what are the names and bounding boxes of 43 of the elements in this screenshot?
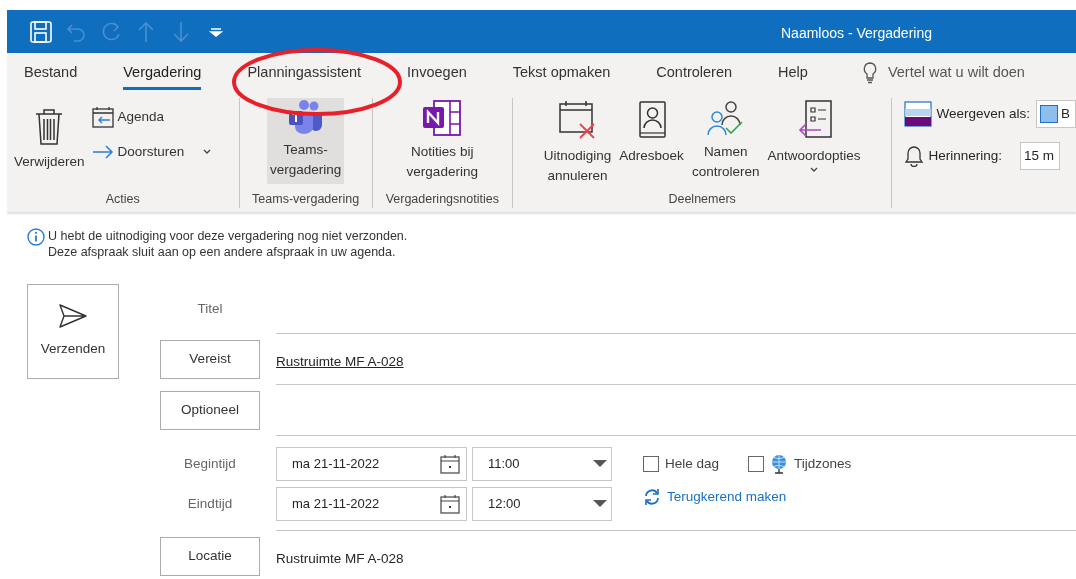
- recurrence-link[interactable]: Terugkerend maken: [643, 487, 787, 508]
- ribbon-button[interactable]: Antwoordopties: [764, 98, 864, 184]
- group-label: Acties: [104, 191, 141, 208]
- ribbon-button[interactable]: Notities bij vergadering: [403, 98, 481, 184]
- tell-me-field[interactable]: Vertel wat u wilt doen: [887, 61, 1025, 84]
- group-label: Deelnemers: [667, 191, 737, 208]
- ribbon-button[interactable]: Agenda: [89, 104, 215, 130]
- location-field[interactable]: Rustruimte MF A-028: [276, 537, 1076, 579]
- checkbox-label: Hele dag: [665, 454, 720, 473]
- ribbon-tab[interactable]: Invoegen: [407, 57, 467, 88]
- window-title: Naamloos - Vergadering: [781, 24, 932, 43]
- date-field[interactable]: ma 21-11-2022: [276, 447, 467, 481]
- time-dropdown[interactable]: 12:00: [472, 487, 612, 521]
- group-label: Teams-vergadering: [251, 191, 361, 208]
- group-label: Vergaderingsnotities: [384, 191, 500, 208]
- info-message: Deze afspraak sluit aan op een andere afspraak in uw agenda.: [48, 244, 397, 260]
- ribbon-tab[interactable]: Controleren: [656, 57, 733, 88]
- optional-button[interactable]: Optioneel: [160, 391, 260, 430]
- ribbon-button[interactable]: Doorsturen: [89, 140, 215, 165]
- field-label: Eindtijd: [186, 494, 234, 513]
- ribbon-tab[interactable]: Help: [778, 57, 808, 88]
- checkbox-label: Tijdzones: [794, 454, 852, 473]
- ribbon-button[interactable]: Namen controleren: [688, 98, 763, 184]
- ribbon-tab[interactable]: Bestand: [24, 57, 78, 88]
- time-dropdown[interactable]: 11:00: [472, 447, 612, 481]
- dropdown-field[interactable]: B: [1036, 100, 1076, 128]
- field-label: Herinnering:: [928, 146, 1002, 165]
- ribbon-button[interactable]: Teams- vergadering: [266, 98, 345, 184]
- send-button[interactable]: Verzenden: [27, 284, 119, 379]
- field-label: Weergeven als:: [936, 104, 1030, 123]
- ribbon-button[interactable]: Verwijderen: [11, 98, 88, 184]
- ribbon-button[interactable]: Adresboek: [616, 98, 687, 184]
- dropdown-field[interactable]: 15 m: [1020, 142, 1060, 170]
- field-label: Titel: [196, 299, 224, 318]
- date-field[interactable]: ma 21-11-2022: [276, 487, 467, 521]
- ribbon-tab[interactable]: Tekst opmaken: [512, 57, 611, 88]
- info-message: U hebt de uitnodiging voor deze vergadering nog niet verzonden.: [48, 228, 408, 244]
- location-button[interactable]: Locatie: [160, 537, 260, 576]
- attendees-field[interactable]: Rustruimte MF A-028: [276, 340, 1076, 385]
- field-label: Begintijd: [183, 454, 237, 473]
- ribbon-tab[interactable]: Vergadering: [123, 57, 202, 88]
- ribbon-button[interactable]: Uitnodiging annuleren: [540, 98, 615, 188]
- required-button[interactable]: Vereist: [160, 340, 260, 379]
